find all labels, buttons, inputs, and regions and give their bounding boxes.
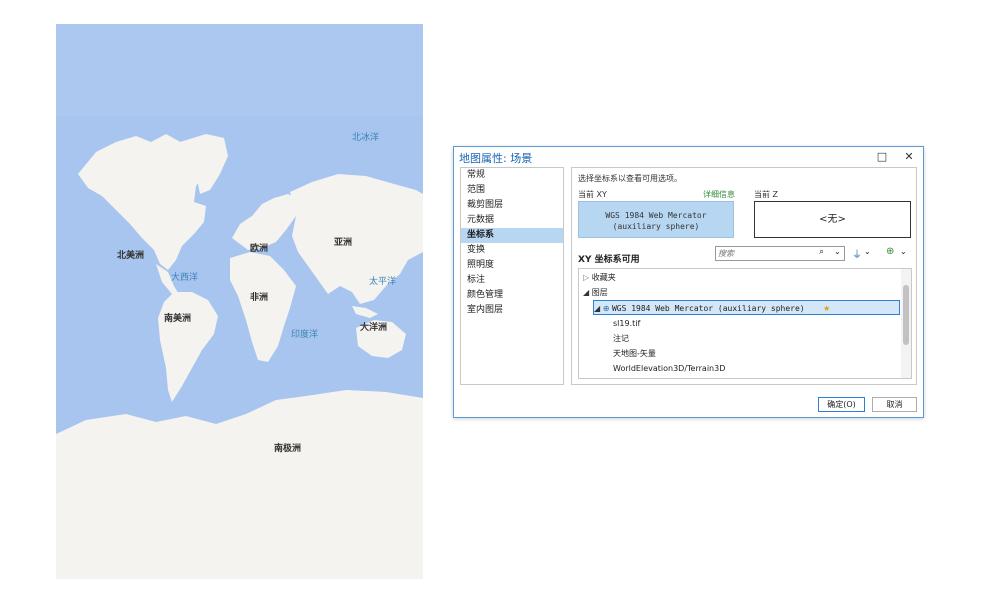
star-icon[interactable]: ★ bbox=[823, 304, 830, 313]
nav-item-metadata[interactable]: 元数据 bbox=[461, 213, 563, 228]
current-xy-line1: WGS 1984 Web Mercator bbox=[605, 211, 707, 220]
tree-selected-cs-label: WGS 1984 Web Mercator (auxiliary sphere) bbox=[611, 304, 805, 313]
current-xy-line2: (auxiliary sphere) bbox=[612, 222, 700, 231]
nav-item-color-management[interactable]: 颜色管理 bbox=[461, 288, 563, 303]
tree-favorites[interactable]: ▷ 收藏夹 bbox=[583, 270, 616, 285]
add-dropdown-icon[interactable]: ⌄ bbox=[900, 247, 907, 256]
scrollbar-thumb[interactable] bbox=[903, 285, 909, 345]
tree-favorites-label: 收藏夹 bbox=[591, 273, 616, 282]
tree-layers-label: 图层 bbox=[591, 288, 608, 297]
label-south-america: 南美洲 bbox=[164, 314, 192, 324]
nav-item-transformation[interactable]: 变换 bbox=[461, 243, 563, 258]
maximize-icon[interactable]: □ bbox=[874, 149, 890, 164]
tree-item[interactable]: sl19.tif bbox=[613, 316, 640, 331]
nav-item-general[interactable]: 常规 bbox=[461, 168, 563, 183]
globe-icon: ⊕ bbox=[602, 304, 610, 313]
world-map[interactable]: 北冰洋 北美洲 欧洲 亚洲 非洲 南美洲 大洋洲 南极洲 大西洋 太平洋 印度洋 bbox=[56, 24, 423, 579]
current-z-box: <无> bbox=[754, 201, 911, 238]
arctic-band bbox=[56, 24, 423, 116]
nav-item-indoor-layers[interactable]: 室内图层 bbox=[461, 303, 563, 318]
dialog-title: 地图属性: 场景 bbox=[459, 152, 533, 165]
search-input[interactable] bbox=[718, 248, 818, 259]
tree-layers[interactable]: ◢ 图层 bbox=[583, 285, 608, 300]
tree-item[interactable]: 注记 bbox=[613, 331, 629, 346]
add-globe-icon[interactable]: ⊕ bbox=[886, 246, 894, 257]
label-north-america: 北美洲 bbox=[117, 251, 145, 261]
label-pacific-ocean: 太平洋 bbox=[369, 277, 397, 287]
current-z-value: <无> bbox=[819, 214, 846, 225]
properties-nav: 常规 范围 裁剪图层 元数据 坐标系 变换 照明度 标注 颜色管理 室内图层 bbox=[460, 167, 564, 385]
label-oceania: 大洋洲 bbox=[360, 323, 388, 333]
label-antarctica: 南极洲 bbox=[274, 444, 302, 454]
search-dropdown-icon[interactable]: ⌄ bbox=[834, 247, 841, 256]
label-indian-ocean: 印度洋 bbox=[291, 330, 319, 340]
map-canvas bbox=[56, 24, 423, 579]
instruction-text: 选择坐标系以查看可用选项。 bbox=[578, 174, 682, 183]
landmass-antarctica bbox=[56, 390, 423, 579]
coordinate-system-panel: 选择坐标系以查看可用选项。 当前 XY 详细信息 当前 Z WGS 1984 W… bbox=[571, 167, 917, 385]
details-link[interactable]: 详细信息 bbox=[703, 189, 735, 200]
label-asia: 亚洲 bbox=[334, 238, 353, 248]
collapse-arrow-icon[interactable]: ◢ bbox=[594, 304, 600, 313]
nav-item-illumination[interactable]: 照明度 bbox=[461, 258, 563, 273]
dialog-titlebar[interactable]: 地图属性: 场景 □ ✕ bbox=[454, 147, 923, 166]
search-box: ⌕ ⌄ bbox=[715, 246, 845, 261]
search-icon[interactable]: ⌕ bbox=[819, 247, 824, 257]
coordinate-system-tree: ▷ 收藏夹 ◢ 图层 ◢ ⊕ WGS 1984 Web Mercator (au… bbox=[578, 268, 912, 379]
available-heading: XY 坐标系可用 bbox=[578, 255, 640, 265]
cancel-button[interactable]: 取消 bbox=[872, 397, 917, 412]
tree-scrollbar[interactable] bbox=[901, 269, 911, 378]
filter-dropdown-icon[interactable]: ⌄ bbox=[864, 247, 871, 256]
label-africa: 非洲 bbox=[250, 293, 269, 303]
nav-item-extent[interactable]: 范围 bbox=[461, 183, 563, 198]
filter-icon[interactable]: ⏚ bbox=[852, 246, 862, 261]
nav-item-coordinate-systems[interactable]: 坐标系 bbox=[461, 228, 563, 243]
map-properties-dialog: 地图属性: 场景 □ ✕ 常规 范围 裁剪图层 元数据 坐标系 变换 照明度 标… bbox=[453, 146, 924, 418]
label-atlantic-ocean: 大西洋 bbox=[171, 273, 199, 283]
collapse-arrow-icon[interactable]: ◢ bbox=[583, 288, 589, 297]
expand-arrow-icon[interactable]: ▷ bbox=[583, 273, 589, 282]
close-icon[interactable]: ✕ bbox=[901, 149, 917, 164]
tree-item[interactable]: 天地图-矢量 bbox=[613, 346, 656, 361]
label-europe: 欧洲 bbox=[250, 244, 269, 254]
tree-selected-cs[interactable]: ◢ ⊕ WGS 1984 Web Mercator (auxiliary sph… bbox=[593, 300, 900, 315]
label-arctic-ocean: 北冰洋 bbox=[352, 133, 380, 143]
nav-item-labels[interactable]: 标注 bbox=[461, 273, 563, 288]
current-xy-label: 当前 XY bbox=[578, 190, 607, 199]
current-xy-box: WGS 1984 Web Mercator (auxiliary sphere) bbox=[578, 201, 734, 238]
current-z-label: 当前 Z bbox=[754, 190, 779, 199]
tree-item[interactable]: WorldElevation3D/Terrain3D bbox=[613, 361, 725, 376]
ok-button[interactable]: 确定(O) bbox=[818, 397, 865, 412]
nav-item-clip-layers[interactable]: 裁剪图层 bbox=[461, 198, 563, 213]
